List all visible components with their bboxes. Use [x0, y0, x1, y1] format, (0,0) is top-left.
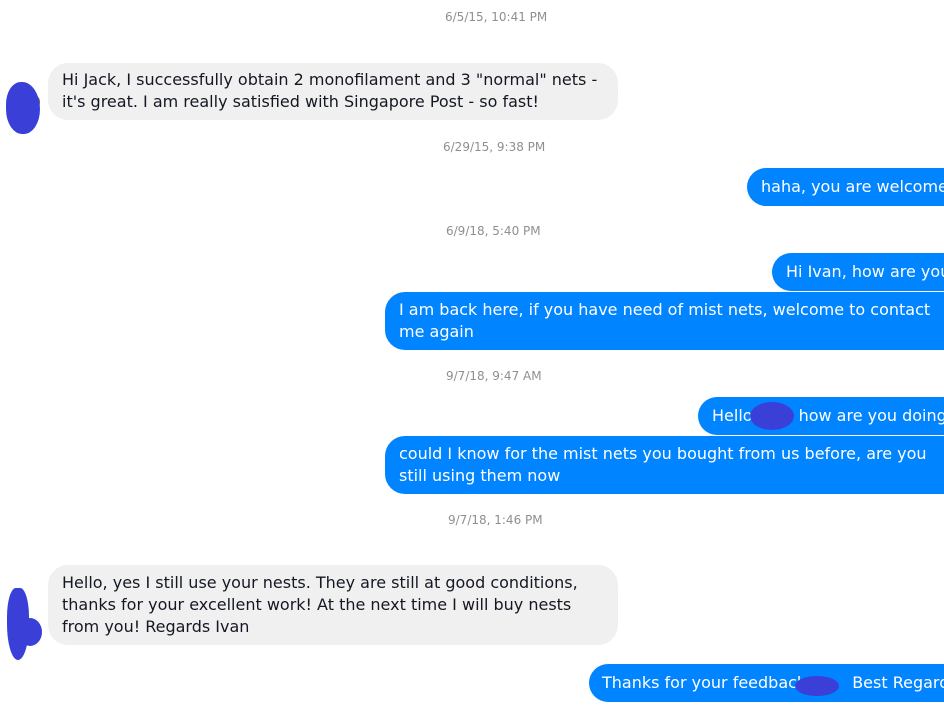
timestamp: 6/29/15, 9:38 PM	[443, 140, 546, 154]
outgoing-message[interactable]: could I know for the mist nets you bough…	[385, 436, 944, 494]
redacted-name	[750, 402, 794, 430]
outgoing-message[interactable]: haha, you are welcome!	[747, 168, 944, 206]
redacted-avatar	[6, 82, 40, 134]
incoming-message[interactable]: Hi Jack, I successfully obtain 2 monofil…	[48, 63, 618, 120]
timestamp: 6/9/18, 5:40 PM	[446, 224, 541, 238]
incoming-message[interactable]: Hello, yes I still use your nests. They …	[48, 565, 618, 645]
outgoing-message[interactable]: Hello how are you doing	[698, 397, 944, 435]
message-text-thanks: Thanks for your feedback	[602, 673, 807, 692]
message-text-regards: Best Regards	[852, 673, 944, 692]
timestamp: 9/7/18, 9:47 AM	[446, 369, 542, 383]
outgoing-message[interactable]: Thanks for your feedback Best Regards	[589, 664, 944, 702]
outgoing-message[interactable]: I am back here, if you have need of mist…	[385, 292, 944, 350]
redacted-avatar-part	[18, 618, 42, 646]
timestamp: 9/7/18, 1:46 PM	[448, 513, 543, 527]
message-text-question: how are you doing	[798, 406, 944, 425]
outgoing-message[interactable]: Hi Ivan, how are you	[772, 253, 944, 291]
timestamp: 6/5/15, 10:41 PM	[445, 10, 548, 24]
redacted-name	[795, 676, 839, 696]
message-text-greeting: Hello	[712, 406, 753, 425]
